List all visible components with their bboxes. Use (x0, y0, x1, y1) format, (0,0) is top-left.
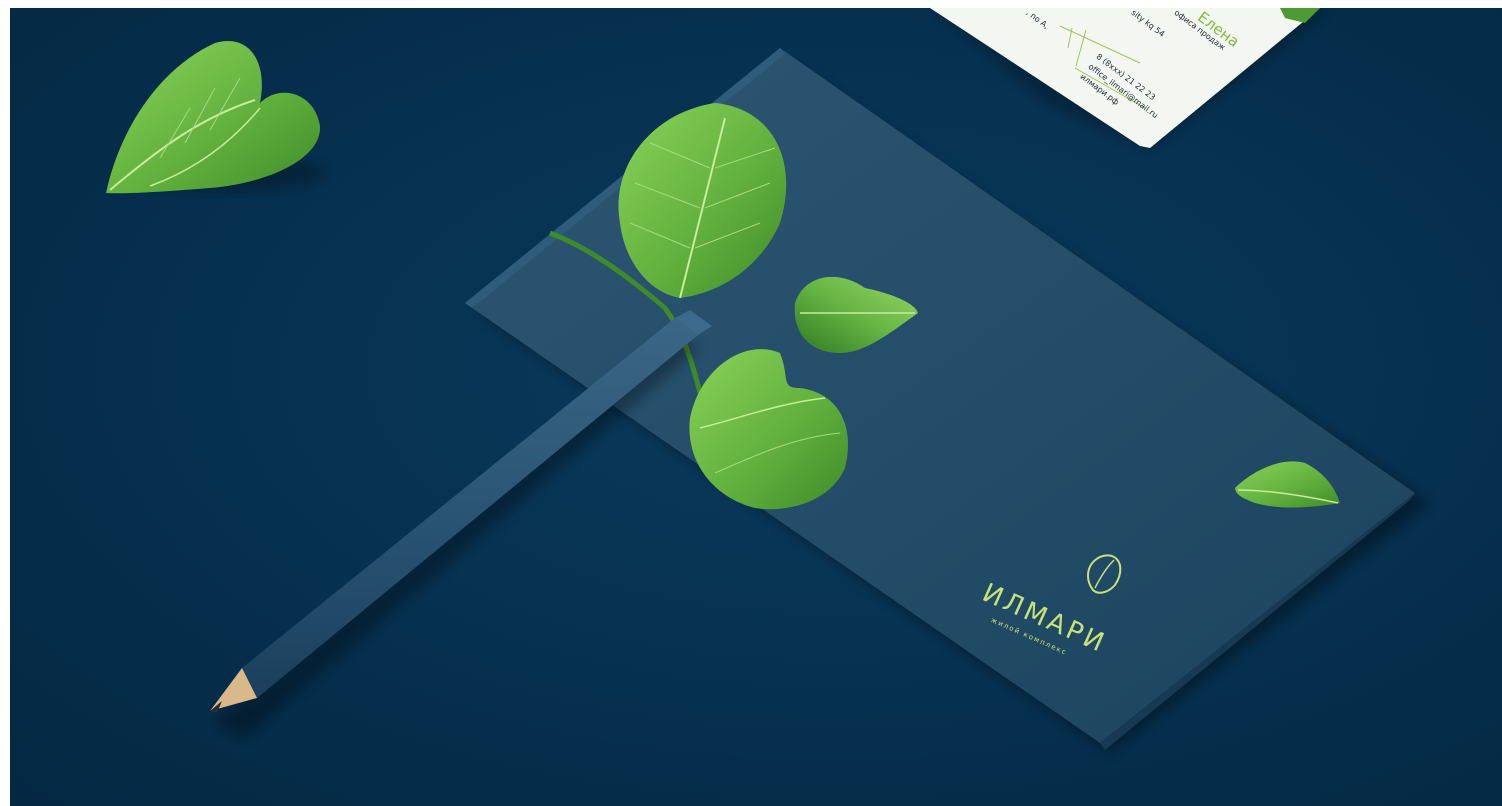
pencil (210, 310, 712, 738)
mockup-scene: Елена офиса продаж sity kq 54 , no A, 8 … (10, 8, 1502, 806)
loose-leaf-top-left (106, 41, 325, 194)
scene-illustration (106, 8, 1430, 753)
